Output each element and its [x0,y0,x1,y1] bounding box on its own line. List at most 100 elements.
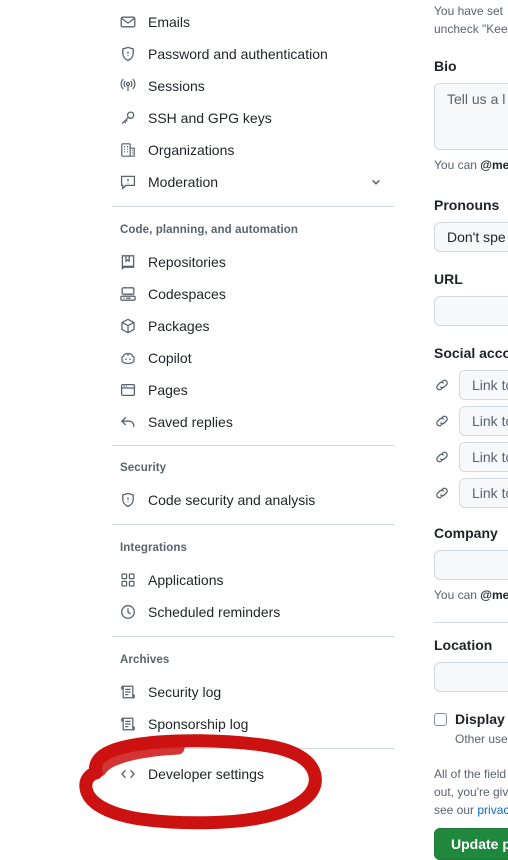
sidebar-item-moderation[interactable]: Moderation [112,166,394,198]
legal-notice: All of the field out, you're giv see our… [434,765,508,819]
reply-icon [120,414,136,430]
key-icon [120,110,136,126]
browser-icon [120,382,136,398]
mail-icon [120,14,136,30]
legal-line-3-prefix: see our [434,803,478,817]
bio-hint: You can @me [434,156,508,174]
sidebar-item-label: Emails [148,14,191,30]
package-icon [120,318,136,334]
sidebar-item-repositories[interactable]: Repositories [112,246,394,278]
clock-icon [120,604,136,620]
display-checkbox-sub: Other use [455,732,508,746]
bio-textarea[interactable]: Tell us a l [434,83,508,150]
sidebar-group-archives: Archives Security log Sponsorship log [112,654,394,740]
sidebar-item-emails[interactable]: Emails [112,6,394,38]
sidebar-item-codespaces[interactable]: Codespaces [112,278,394,310]
link-icon [434,449,450,465]
legal-line-3: see our privac [434,801,508,819]
sidebar-item-label: Packages [148,318,210,334]
sidebar-item-security-log[interactable]: Security log [112,676,394,708]
settings-sidebar: Emails Password and authentication Sessi… [112,0,394,851]
url-field-group: URL [434,271,508,326]
sidebar-item-code-security-and-analysis[interactable]: Code security and analysis [112,484,394,516]
sidebar-item-organizations[interactable]: Organizations [112,134,394,166]
company-input[interactable] [434,550,508,580]
sidebar-divider [112,206,394,207]
update-profile-button[interactable]: Update pr [434,828,508,860]
sidebar-group-security: Security Code security and analysis [112,462,394,516]
sidebar-item-label: Security log [148,684,222,700]
bio-hint-mention: @me [480,158,508,172]
chevron-down-icon[interactable] [370,176,382,188]
bio-hint-prefix: You can [434,158,481,172]
sidebar-item-applications[interactable]: Applications [112,564,394,596]
location-input[interactable] [434,662,508,692]
social-link-input[interactable]: Link to [459,442,508,472]
pronouns-select[interactable]: Don't spe [434,222,508,252]
sidebar-item-copilot[interactable]: Copilot [112,342,394,374]
social-link-input[interactable]: Link to [459,478,508,508]
sidebar-item-label: Code security and analysis [148,492,316,508]
sidebar-item-packages[interactable]: Packages [112,310,394,342]
sidebar-item-label: Copilot [148,350,192,366]
sidebar-item-password-and-authentication[interactable]: Password and authentication [112,38,394,70]
sidebar-item-label: SSH and GPG keys [148,110,272,126]
log-icon [120,716,136,732]
sidebar-divider [112,636,394,637]
form-divider [434,622,508,623]
pronouns-field-group: Pronouns Don't spe [434,197,508,252]
social-link-input[interactable]: Link to [459,406,508,436]
sidebar-divider [112,524,394,525]
company-hint-mention: @me [480,588,508,602]
codespaces-icon [120,286,136,302]
sidebar-item-pages[interactable]: Pages [112,374,394,406]
sidebar-item-label: Applications [148,572,224,588]
bio-label: Bio [434,58,457,74]
report-icon [120,174,136,190]
repo-icon [120,254,136,270]
sidebar-group-developer: Developer settings [112,758,394,790]
notice-line-2: uncheck "Kee [434,22,508,36]
sidebar-item-label: Sponsorship log [148,716,249,732]
sidebar-item-sessions[interactable]: Sessions [112,70,394,102]
apps-icon [120,572,136,588]
social-account-row: Link to [434,442,508,472]
sidebar-item-developer-settings[interactable]: Developer settings [112,758,394,790]
sidebar-group-integrations: Integrations Applications Scheduled remi… [112,542,394,628]
social-accounts-group: Social acco Link to Link to Link to Link… [434,345,508,514]
link-icon [434,413,450,429]
display-checkbox-label: Display [455,711,505,727]
copilot-icon [120,350,136,366]
sidebar-item-sponsorship-log[interactable]: Sponsorship log [112,708,394,740]
company-field-group: Company You can @me [434,525,508,604]
company-hint-prefix: You can [434,588,481,602]
social-account-row: Link to [434,478,508,508]
url-input[interactable] [434,296,508,326]
sidebar-item-label: Password and authentication [148,46,328,62]
social-link-input[interactable]: Link to [459,370,508,400]
location-field-group: Location [434,637,508,692]
sidebar-item-scheduled-reminders[interactable]: Scheduled reminders [112,596,394,628]
two-factor-notice: You have set uncheck "Kee [434,2,508,38]
link-icon [434,377,450,393]
submit-row: Update pr [434,828,508,860]
sidebar-item-ssh-and-gpg-keys[interactable]: SSH and GPG keys [112,102,394,134]
shield-lock-icon [120,46,136,62]
notice-line-1: You have set [434,4,503,18]
sidebar-item-saved-replies[interactable]: Saved replies [112,406,394,438]
sidebar-item-label: Pages [148,382,188,398]
organization-icon [120,142,136,158]
sidebar-item-label: Scheduled reminders [148,604,281,620]
profile-form-column: You have set uncheck "Kee Bio Tell us a … [434,0,508,860]
social-account-row: Link to [434,406,508,436]
sidebar-item-label: Sessions [148,78,205,94]
log-icon [120,684,136,700]
privacy-policy-link[interactable]: privac [477,803,508,817]
sidebar-group-title: Archives [120,654,170,666]
broadcast-icon [120,78,136,94]
social-account-row: Link to [434,370,508,400]
sidebar-group-title: Code, planning, and automation [120,224,299,236]
display-checkbox[interactable] [434,712,447,726]
company-label: Company [434,525,498,541]
display-checkbox-row[interactable]: Display [434,711,508,727]
